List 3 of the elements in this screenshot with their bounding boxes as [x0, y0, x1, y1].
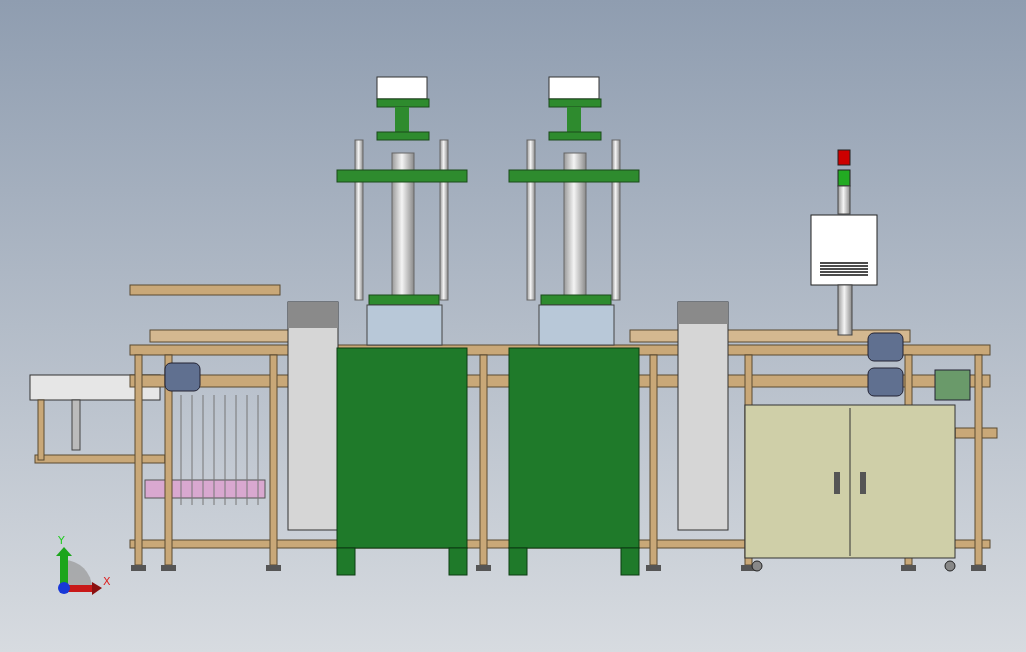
axis-triad-icon — [56, 547, 102, 595]
y-axis-label: Y — [58, 534, 65, 547]
x-axis-label: X — [103, 575, 111, 588]
